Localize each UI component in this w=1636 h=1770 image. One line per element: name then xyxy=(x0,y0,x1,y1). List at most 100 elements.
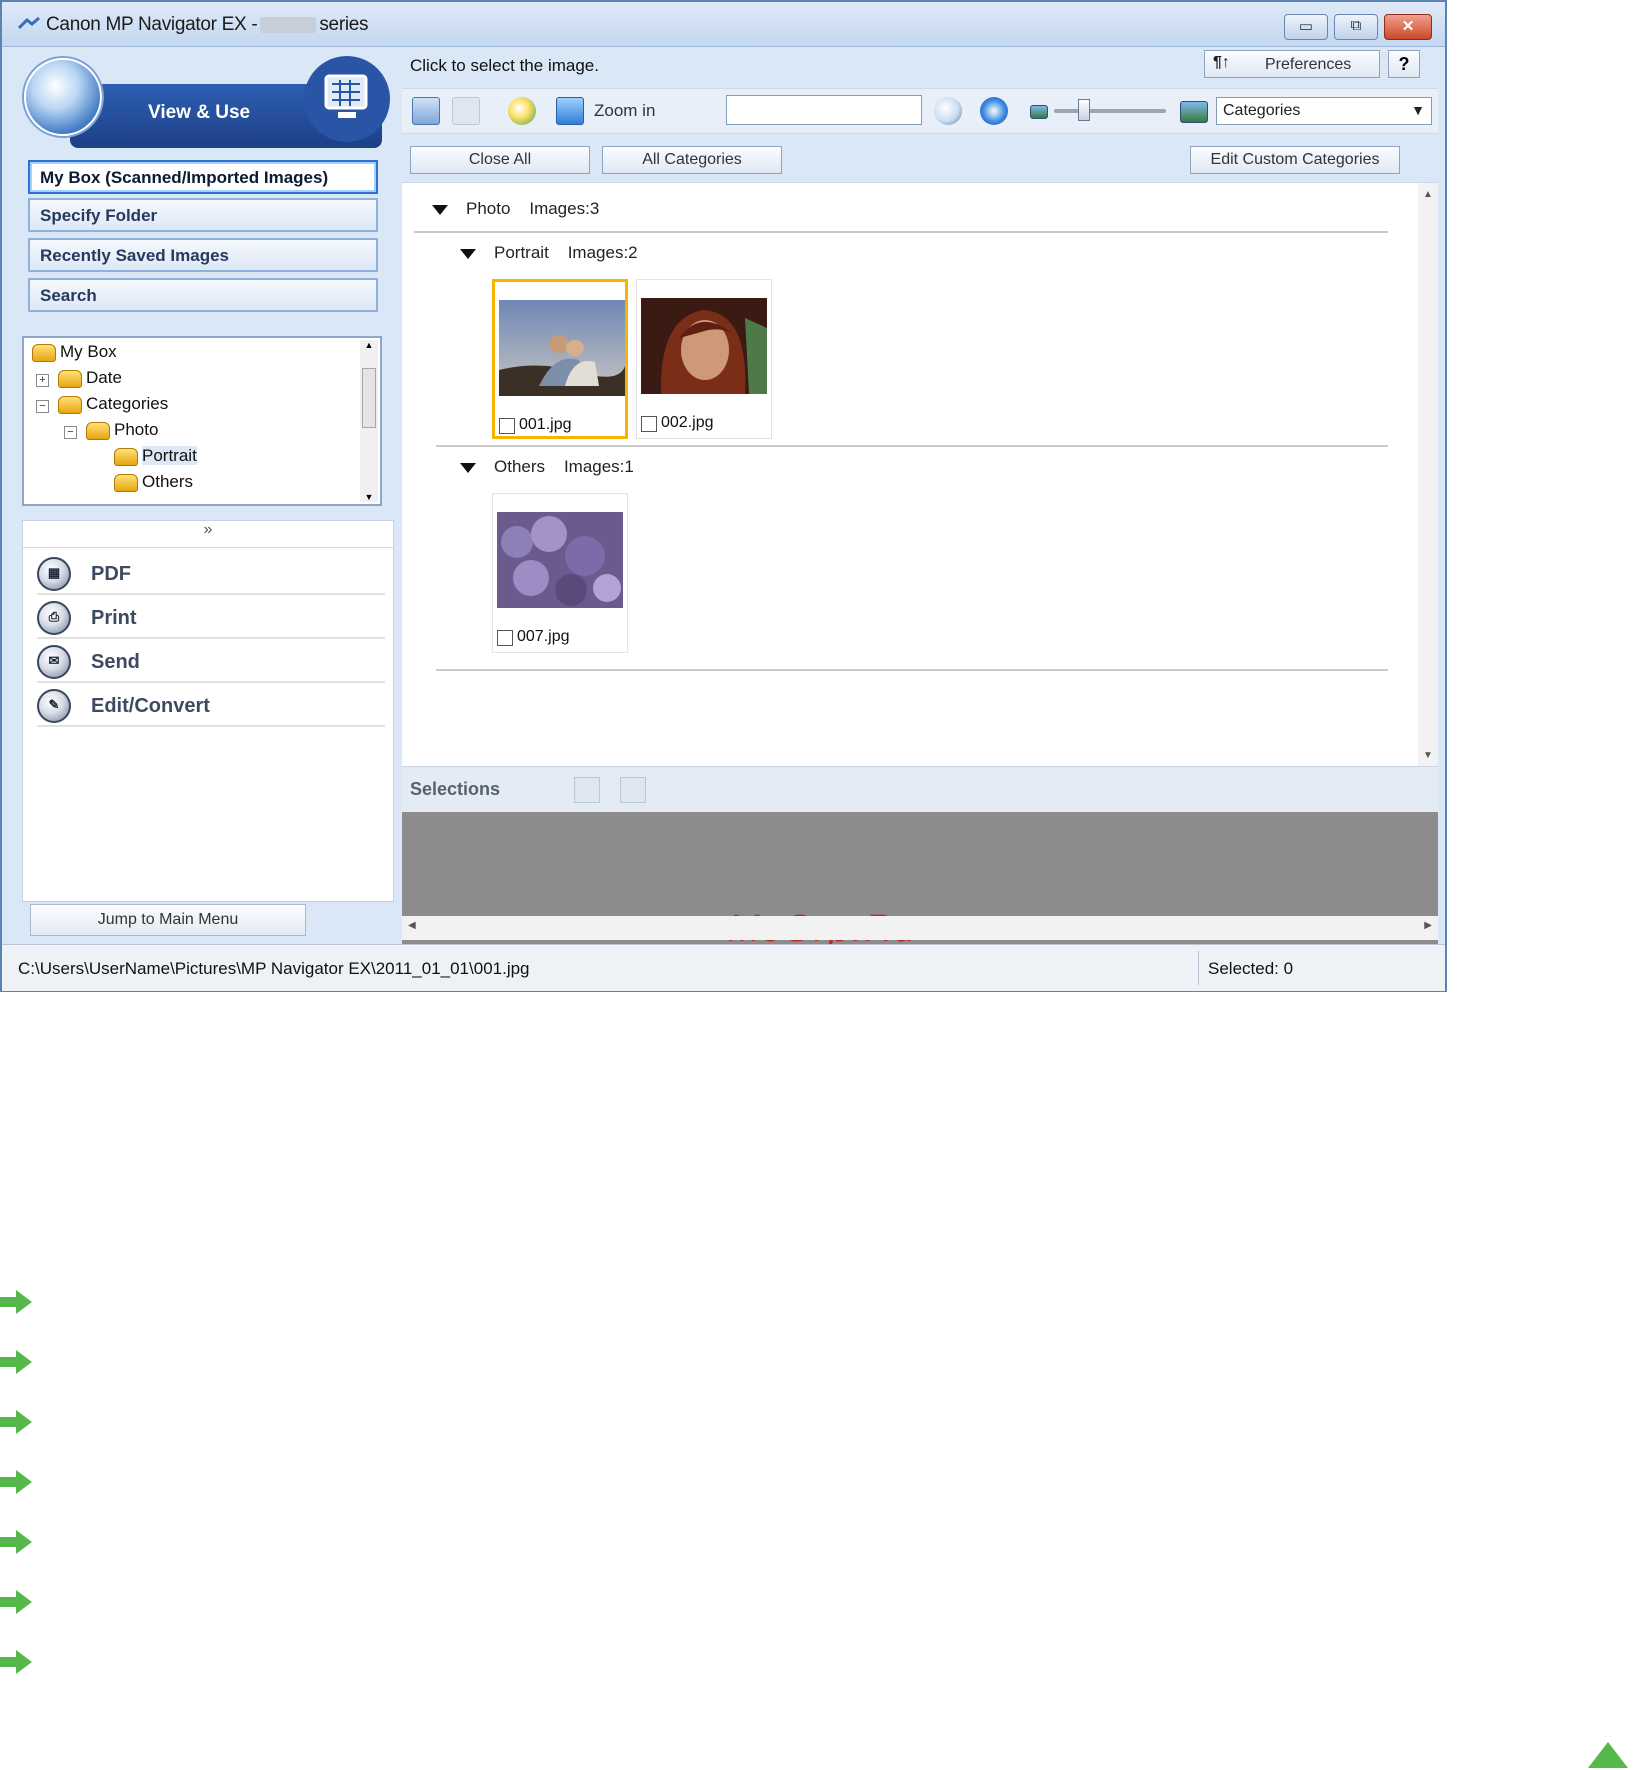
title-bar[interactable]: Canon MP Navigator EX - series ▭ ⧉ ✕ xyxy=(2,2,1445,47)
all-categories-button[interactable]: All Categories xyxy=(602,146,782,174)
tree-item-categories[interactable]: Categories xyxy=(58,394,168,414)
collapse-icon[interactable]: − xyxy=(64,426,77,439)
group-photo[interactable]: Photo Images:3 xyxy=(432,199,599,219)
print-icon: ⎙ xyxy=(37,601,71,635)
link-arrow-icon[interactable] xyxy=(0,1648,34,1676)
box-folder-icon xyxy=(32,343,56,362)
link-arrow-icon[interactable] xyxy=(0,1468,34,1496)
select-checkbox[interactable] xyxy=(641,416,657,432)
collapse-icon[interactable]: − xyxy=(36,400,49,413)
print-button[interactable]: ⎙ Print xyxy=(37,597,385,639)
tree-item-others[interactable]: Others xyxy=(114,472,193,492)
collapse-triangle-icon[interactable] xyxy=(460,248,476,259)
thumbnail-size-slider[interactable] xyxy=(1054,109,1166,113)
link-arrow-icon[interactable] xyxy=(0,1528,34,1556)
slider-handle[interactable] xyxy=(1078,99,1090,121)
classify-images-icon[interactable] xyxy=(508,97,536,125)
tree-item-portrait[interactable]: Portrait xyxy=(114,446,197,466)
link-arrow-icon[interactable] xyxy=(0,1288,34,1316)
large-thumbnail-icon xyxy=(1180,101,1208,123)
edit-convert-icon: ✎ xyxy=(37,689,71,723)
nav-my-box[interactable]: My Box (Scanned/Imported Images) xyxy=(28,160,378,194)
group-divider xyxy=(436,669,1388,671)
thumbnail-scrollbar[interactable]: ▲ ▼ xyxy=(1418,183,1438,767)
link-arrow-icon[interactable] xyxy=(0,1588,34,1616)
zoom-in-icon[interactable] xyxy=(556,97,584,125)
select-all-tray-icon xyxy=(574,777,600,803)
collapse-triangle-icon[interactable] xyxy=(460,462,476,473)
thumbnail-area[interactable]: Photo Images:3 Portrait Images:2 001.jpg… xyxy=(402,182,1438,767)
zoom-in-label[interactable]: Zoom in xyxy=(594,101,655,121)
tree-item-date[interactable]: Date xyxy=(58,368,122,388)
nav-recently-saved[interactable]: Recently Saved Images xyxy=(28,238,378,272)
thumbnail-007[interactable]: 007.jpg xyxy=(492,493,628,653)
help-button[interactable]: ? xyxy=(1388,50,1420,78)
edit-custom-categories-button[interactable]: Edit Custom Categories xyxy=(1190,146,1400,174)
action-panel: » ▦ PDF ⎙ Print ✉ Send ✎ Edit/Convert xyxy=(22,520,394,902)
window-title: Canon MP Navigator EX - series xyxy=(46,14,369,35)
toolbar: Zoom in Categories ▼ xyxy=(402,88,1438,134)
jump-to-main-menu-button[interactable]: Jump to Main Menu xyxy=(30,904,306,936)
box-folder-icon xyxy=(86,421,110,440)
clear-tray-icon xyxy=(620,777,646,803)
scroll-thumb[interactable] xyxy=(362,368,376,428)
scroll-up-icon[interactable]: ▲ xyxy=(360,340,378,350)
deselect-all-icon xyxy=(452,97,480,125)
scroll-right-icon[interactable]: ▶ xyxy=(1424,920,1432,931)
select-checkbox[interactable] xyxy=(497,630,513,646)
thumbnail-002[interactable]: 002.jpg xyxy=(636,279,772,439)
search-input[interactable] xyxy=(726,95,922,125)
scroll-up-icon[interactable]: ▲ xyxy=(1418,189,1438,200)
hint-text: Click to select the image. xyxy=(410,56,599,75)
pdf-icon: ▦ xyxy=(37,557,71,591)
selections-bar: Selections xyxy=(402,766,1438,813)
group-portrait[interactable]: Portrait Images:2 xyxy=(460,243,638,263)
minimize-button[interactable]: ▭ xyxy=(1284,14,1328,40)
main-menu-disc-icon[interactable] xyxy=(24,58,102,136)
pdf-button[interactable]: ▦ PDF xyxy=(37,553,385,595)
preferences-button[interactable]: ¶↑ Preferences xyxy=(1204,50,1380,78)
maximize-icon: ⧉ xyxy=(1350,17,1362,34)
group-others[interactable]: Others Images:1 xyxy=(460,457,634,477)
small-thumbnail-icon xyxy=(1030,105,1048,119)
nav-specify-folder[interactable]: Specify Folder xyxy=(28,198,378,232)
scroll-down-icon[interactable]: ▼ xyxy=(360,492,378,502)
collapse-panel-chevron-icon[interactable]: » xyxy=(23,521,393,548)
scroll-left-icon[interactable]: ◀ xyxy=(408,920,416,931)
view-mode-dropdown[interactable]: Categories ▼ xyxy=(1216,97,1432,125)
send-button[interactable]: ✉ Send xyxy=(37,641,385,683)
link-arrow-icon[interactable] xyxy=(0,1408,34,1436)
edit-convert-button[interactable]: ✎ Edit/Convert xyxy=(37,685,385,727)
box-folder-icon xyxy=(114,447,138,466)
maximize-button[interactable]: ⧉ xyxy=(1334,14,1378,40)
photo-flowers-image xyxy=(497,512,623,608)
nav-search[interactable]: Search xyxy=(28,278,378,312)
select-checkbox[interactable] xyxy=(499,418,515,434)
close-icon: ✕ xyxy=(1401,18,1415,35)
scroll-down-icon[interactable]: ▼ xyxy=(1418,750,1438,761)
collapse-triangle-icon[interactable] xyxy=(432,204,448,215)
status-file-path: C:\Users\UserName\Pictures\MP Navigator … xyxy=(18,959,530,978)
refresh-icon[interactable] xyxy=(980,97,1008,125)
search-icon[interactable] xyxy=(934,97,962,125)
expand-icon[interactable]: + xyxy=(36,374,49,387)
close-button[interactable]: ✕ xyxy=(1384,14,1432,40)
folder-tree[interactable]: My Box + Date − Categories − Photo Portr… xyxy=(22,336,382,506)
thumbnail-001[interactable]: 001.jpg xyxy=(492,279,628,439)
back-to-top-icon[interactable] xyxy=(1588,1742,1628,1768)
box-folder-icon xyxy=(114,473,138,492)
preferences-icon: ¶↑ xyxy=(1213,54,1230,71)
select-all-icon[interactable] xyxy=(412,97,440,125)
photo-couple-image xyxy=(499,300,625,396)
close-all-button[interactable]: Close All xyxy=(410,146,590,174)
link-arrow-icon[interactable] xyxy=(0,1348,34,1376)
tray-horizontal-scrollbar[interactable]: ◀ ▶ xyxy=(402,916,1438,940)
box-folder-icon xyxy=(58,395,82,414)
tree-item-photo[interactable]: Photo xyxy=(86,420,158,440)
minimize-icon: ▭ xyxy=(1298,18,1314,35)
monitor-icon xyxy=(324,74,368,118)
photo-portrait-image xyxy=(641,298,767,394)
tree-item-my-box[interactable]: My Box xyxy=(32,342,117,362)
model-name-redacted xyxy=(260,16,317,33)
tree-scrollbar[interactable]: ▲ ▼ xyxy=(360,340,378,502)
